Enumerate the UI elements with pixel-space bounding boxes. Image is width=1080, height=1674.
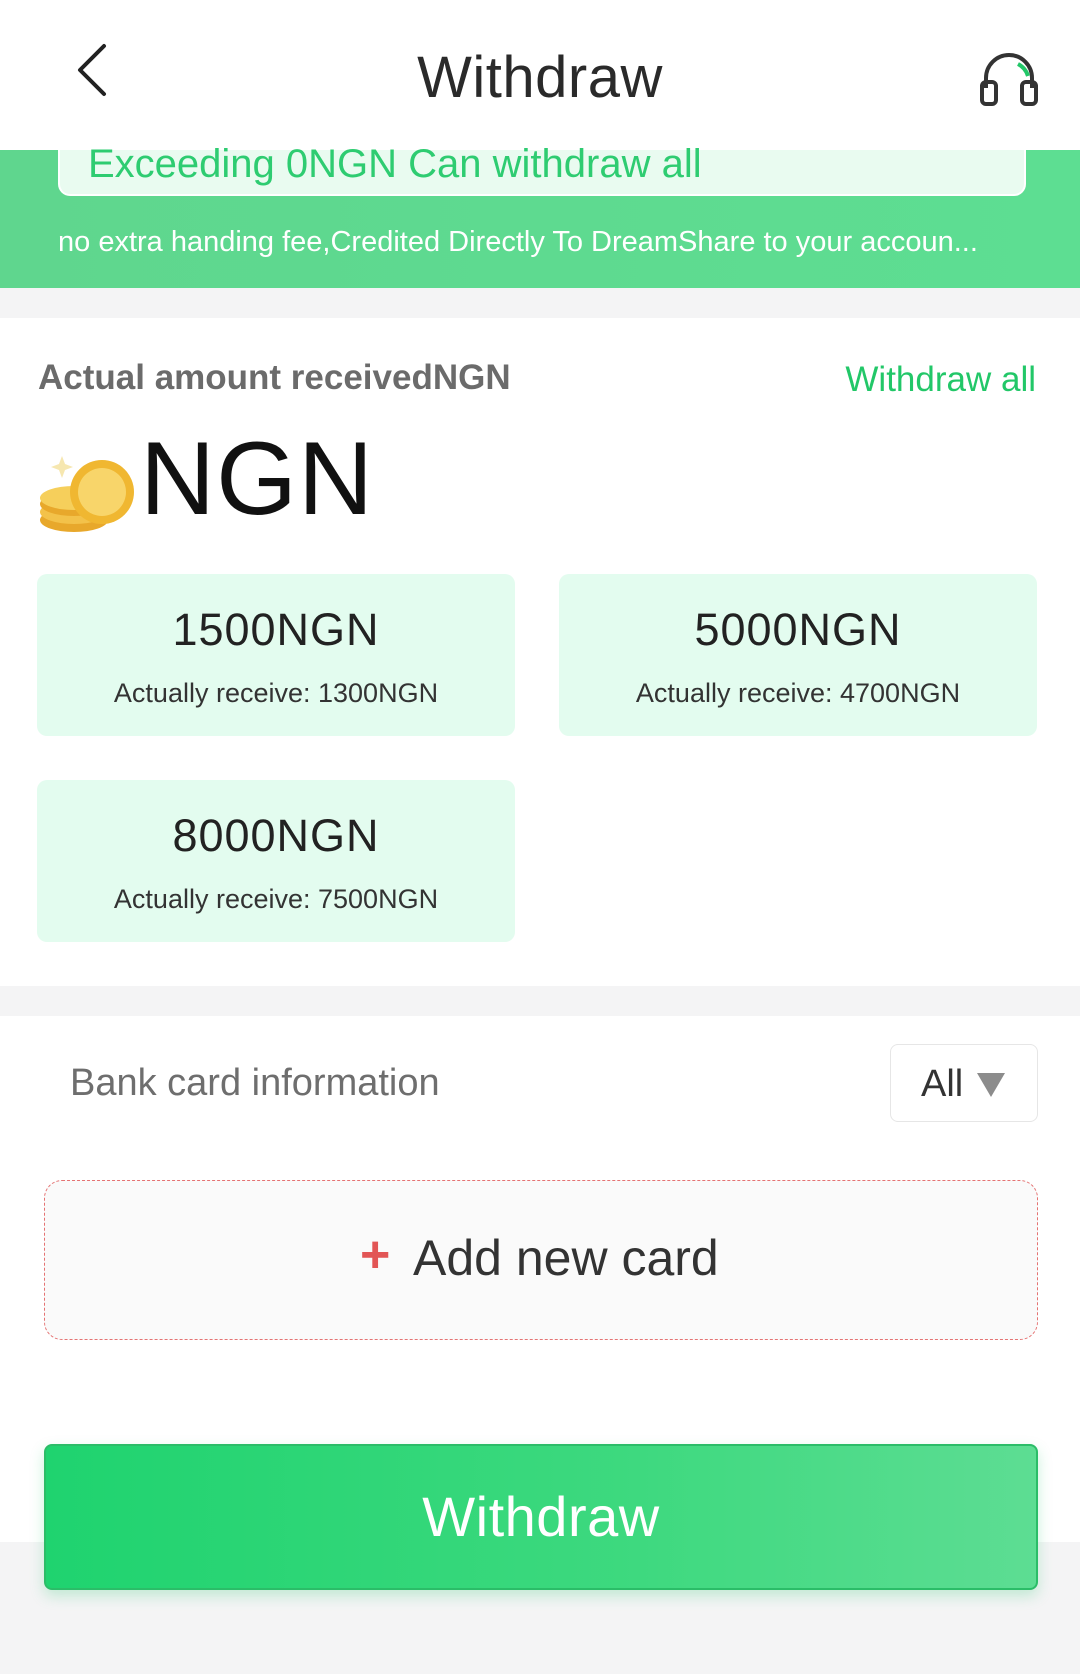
received-amount-label: Actual amount receivedNGN [38,358,511,397]
withdraw-threshold-pill: Exceeding 0NGN Can withdraw all [58,142,1026,196]
page-title: Withdraw [417,45,663,110]
headset-icon[interactable] [978,48,1040,110]
add-new-card-button[interactable]: + Add new card [44,1180,1038,1340]
withdraw-button[interactable]: Withdraw [44,1444,1038,1590]
coin-stack-icon [40,456,134,532]
fee-note: no extra handing fee,Credited Directly T… [58,226,978,258]
card-filter-dropdown[interactable]: All [890,1044,1038,1122]
withdraw-button-label: Withdraw [422,1485,660,1548]
withdraw-all-link[interactable]: Withdraw all [845,360,1036,400]
amount-option-5000[interactable]: 5000NGN Actually receive: 4700NGN [559,574,1037,736]
bank-card-label: Bank card information [70,1062,440,1104]
amount-option-1500[interactable]: 1500NGN Actually receive: 1300NGN [37,574,515,736]
info-banner: Exceeding 0NGN Can withdraw all no extra… [0,142,1080,288]
withdraw-threshold-text: Exceeding 0NGN Can withdraw all [88,142,702,186]
amount-option-8000[interactable]: 8000NGN Actually receive: 7500NGN [37,780,515,942]
option-receive: Actually receive: 4700NGN [635,678,961,708]
option-amount: 8000NGN [172,810,380,861]
option-receive: Actually receive: 1300NGN [113,678,439,708]
amount-section: Actual amount receivedNGN Withdraw all N… [0,318,1080,986]
option-receive: Actually receive: 7500NGN [113,884,439,914]
add-card-label: Add new card [413,1230,719,1286]
option-amount: 1500NGN [172,604,380,655]
plus-icon: + [360,1226,391,1284]
currency-display: NGN [140,421,375,537]
top-bar: Withdraw [0,0,1080,150]
filter-value: All [921,1063,964,1105]
dropdown-arrow-icon [977,1073,1005,1097]
option-amount: 5000NGN [694,604,902,655]
